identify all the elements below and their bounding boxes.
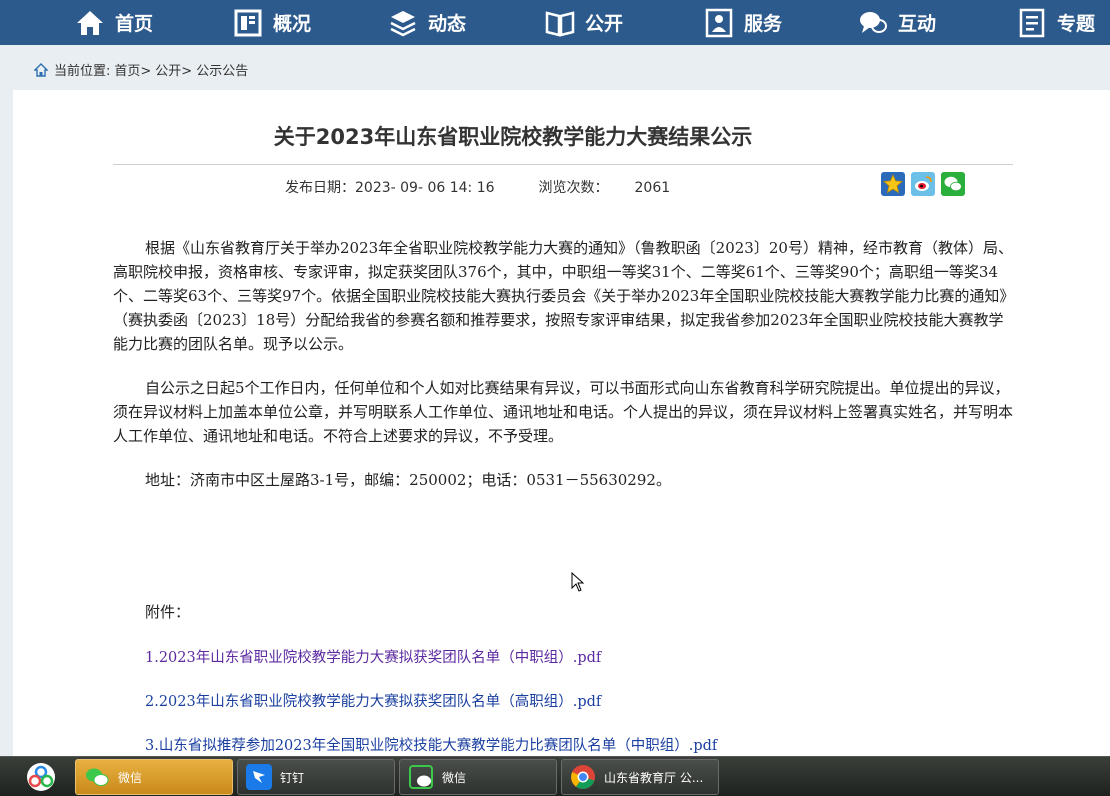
overview-icon — [234, 9, 262, 36]
taskbar-wechat-1[interactable]: 微信 — [75, 759, 233, 795]
nav-news[interactable]: 动态 — [388, 0, 466, 45]
task-label: 山东省教育厅 公... — [604, 770, 704, 785]
taskbar-wechat-2[interactable]: 微信 — [399, 759, 557, 795]
nav-label: 动态 — [428, 13, 467, 35]
weibo-icon — [915, 176, 932, 191]
service-icon — [705, 8, 733, 37]
nav-label: 首页 — [115, 13, 154, 35]
layers-icon — [390, 10, 416, 36]
nav-home[interactable]: 首页 — [75, 0, 153, 45]
task-label: 微信 — [118, 770, 143, 785]
article-paragraph: 自公示之日起5个工作日内，任何单位和个人如对比赛结果有异议，可以书面形式向山东省… — [113, 379, 1014, 445]
views-label: 浏览次数： — [538, 180, 609, 196]
nav-interact[interactable]: 互动 — [858, 0, 936, 45]
start-icon — [27, 763, 55, 791]
article-meta: 发布日期：2023- 09- 06 14: 16 浏览次数： 2061 — [285, 177, 670, 197]
top-navigation: 首页 概况 动态 公开 服务 互动 专题 — [0, 0, 1110, 45]
breadcrumb-notices[interactable]: 公示公告 — [196, 60, 248, 79]
attachment-link[interactable]: 2.2023年山东省职业院校教学能力大赛拟获奖团队名单（高职组）.pdf — [145, 690, 601, 711]
task-label: 微信 — [442, 770, 467, 785]
publish-date: 2023- 09- 06 14: 16 — [355, 180, 495, 196]
taskbar: 微信 钉钉 微信 山东省教育厅 公... — [0, 756, 1110, 796]
nav-public[interactable]: 公开 — [545, 0, 623, 45]
taskbar-dingtalk[interactable]: 钉钉 — [237, 759, 395, 795]
attachment-link[interactable]: 1.2023年山东省职业院校教学能力大赛拟获奖团队名单（中职组）.pdf — [145, 646, 601, 667]
breadcrumb-home[interactable]: 首页> — [114, 60, 151, 79]
breadcrumb-public[interactable]: 公开> — [155, 60, 192, 79]
home-icon — [77, 10, 103, 35]
share-bar — [881, 172, 965, 196]
book-icon — [545, 10, 575, 37]
favorite-share-button[interactable] — [881, 172, 905, 196]
title-divider — [113, 164, 1013, 165]
attachment-link[interactable]: 3.山东省拟推荐参加2023年全国职业院校技能大赛教学能力比赛团队名单（中职组）… — [145, 734, 717, 755]
document-icon — [1019, 8, 1045, 37]
chrome-icon — [570, 764, 596, 790]
article-title: 关于2023年山东省职业院校教学能力大赛结果公示 — [273, 125, 753, 149]
chat-icon — [860, 11, 887, 33]
article-paragraph: 根据《山东省教育厅关于举办2023年全省职业院校教学能力大赛的通知》（鲁教职函〔… — [113, 239, 1013, 353]
nav-label: 互动 — [898, 13, 937, 35]
nav-label: 概况 — [273, 13, 312, 35]
task-label: 钉钉 — [280, 770, 305, 785]
nav-overview[interactable]: 概况 — [233, 0, 311, 45]
attachments-label: 附件： — [145, 603, 191, 621]
publish-label: 发布日期： — [285, 180, 355, 196]
dingtalk-icon — [246, 764, 272, 790]
weibo-share-button[interactable] — [911, 172, 935, 196]
home-icon — [34, 62, 48, 77]
mouse-cursor-icon — [571, 572, 585, 592]
breadcrumb-prefix: 当前位置: — [54, 64, 111, 79]
nav-topics[interactable]: 专题 — [1017, 0, 1095, 45]
nav-label: 服务 — [744, 13, 783, 35]
breadcrumb: 当前位置: 首页> 公开> 公示公告 — [34, 60, 248, 79]
wechat-icon — [84, 764, 110, 790]
nav-label: 公开 — [585, 13, 624, 35]
favorite-icon — [883, 174, 903, 194]
wechat-icon — [408, 764, 434, 790]
article-card: 关于2023年山东省职业院校教学能力大赛结果公示 发布日期：2023- 09- … — [13, 90, 1110, 756]
wechat-share-button[interactable] — [941, 172, 965, 196]
nav-label: 专题 — [1057, 13, 1096, 35]
taskbar-chrome[interactable]: 山东省教育厅 公... — [561, 759, 719, 795]
wechat-icon — [944, 176, 962, 192]
article-paragraph: 地址：济南市中区土屋路3-1号，邮编：250002；电话：0531－556302… — [145, 471, 671, 489]
views-count: 2061 — [634, 180, 671, 196]
nav-service[interactable]: 服务 — [704, 0, 782, 45]
start-button[interactable] — [24, 761, 58, 793]
